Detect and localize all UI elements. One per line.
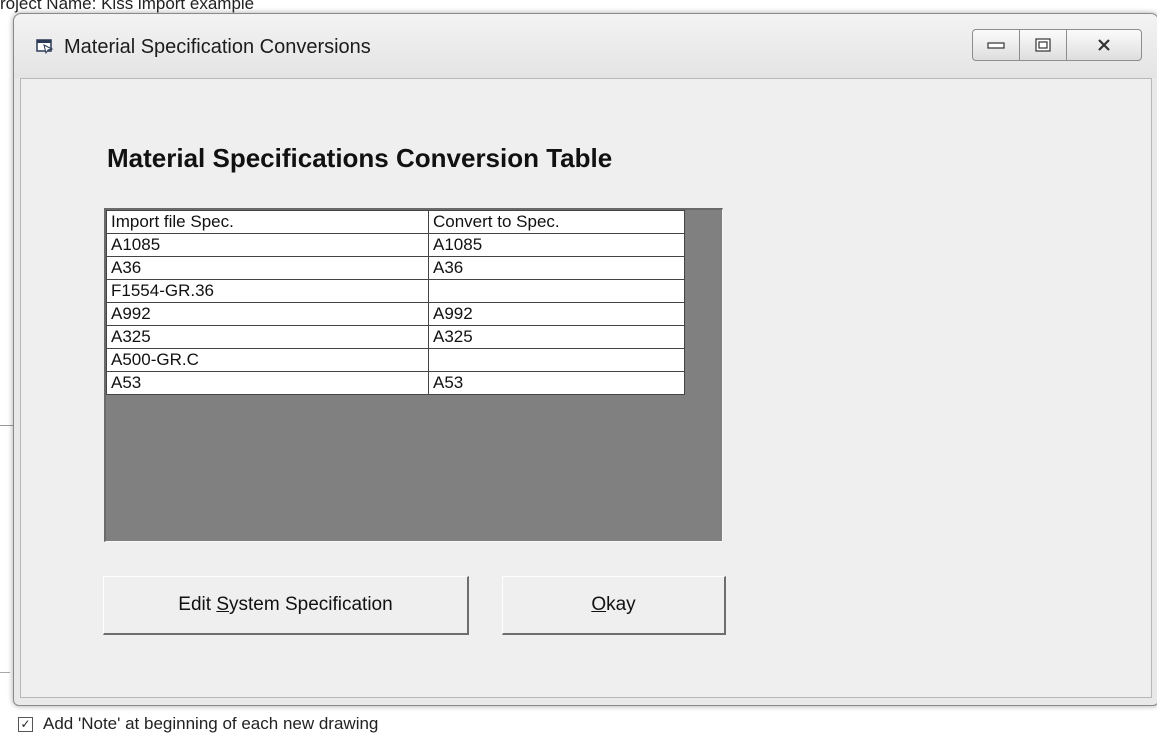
okay-button[interactable]: Okay (502, 576, 726, 635)
background-checkbox[interactable]: ✓ (18, 716, 33, 732)
edit-button-label-pre: Edit (178, 594, 217, 615)
column-header: Convert to Spec. (428, 210, 685, 234)
import-spec-cell: A1085 (106, 233, 429, 257)
convert-spec-cell[interactable]: A53 (428, 371, 685, 395)
edit-button-accelerator: S (216, 594, 230, 615)
import-spec-cell: A500-GR.C (106, 348, 429, 372)
edit-system-specification-button[interactable]: Edit System Specification (103, 576, 469, 635)
import-spec-cell: A53 (106, 371, 429, 395)
table-header-row: Import file Spec. Convert to Spec. (106, 210, 685, 234)
import-spec-cell: F1554-GR.36 (106, 279, 429, 303)
window-controls (972, 29, 1142, 61)
table-row[interactable]: A325 A325 (106, 325, 685, 349)
edit-button-label-post: ystem Specification (229, 594, 393, 615)
column-header: Import file Spec. (106, 210, 429, 234)
import-spec-cell: A325 (106, 325, 429, 349)
convert-spec-cell[interactable]: A992 (428, 302, 685, 326)
window-title: Material Specification Conversions (64, 36, 371, 58)
convert-spec-cell[interactable]: A1085 (428, 233, 685, 257)
table-heading: Material Specifications Conversion Table (107, 143, 613, 173)
maximize-button[interactable] (1019, 29, 1067, 61)
close-icon (1098, 39, 1110, 51)
window-app-icon (36, 39, 54, 54)
maximize-icon (1035, 38, 1051, 52)
convert-spec-cell[interactable] (428, 279, 685, 303)
conversion-dialog: Material Specification Conversions Mater… (13, 13, 1157, 706)
convert-spec-cell[interactable] (428, 348, 685, 372)
close-button[interactable] (1066, 29, 1142, 61)
table-row[interactable]: A53 A53 (106, 371, 685, 395)
minimize-icon (987, 42, 1005, 49)
minimize-button[interactable] (972, 29, 1020, 61)
table-row[interactable]: A1085 A1085 (106, 233, 685, 257)
import-spec-cell: A992 (106, 302, 429, 326)
background-project-name: roject Name: Kiss import example (0, 0, 255, 13)
convert-spec-cell[interactable]: A36 (428, 256, 685, 280)
convert-spec-cell[interactable]: A325 (428, 325, 685, 349)
background-note-option: ✓ Add 'Note' at beginning of each new dr… (18, 714, 378, 734)
spec-table: Import file Spec. Convert to Spec. A1085… (106, 210, 685, 395)
okay-button-accelerator: O (591, 594, 607, 615)
import-spec-cell: A36 (106, 256, 429, 280)
table-row[interactable]: F1554-GR.36 (106, 279, 685, 303)
table-row[interactable]: A992 A992 (106, 302, 685, 326)
spec-grid[interactable]: Import file Spec. Convert to Spec. A1085… (104, 208, 723, 542)
title-bar[interactable]: Material Specification Conversions (14, 14, 1157, 78)
table-row[interactable]: A500-GR.C (106, 348, 685, 372)
table-row[interactable]: A36 A36 (106, 256, 685, 280)
background-divider (0, 672, 10, 673)
background-checkbox-label: Add 'Note' at beginning of each new draw… (43, 714, 379, 733)
okay-button-label-post: kay (606, 594, 636, 615)
dialog-client-area: Material Specifications Conversion Table… (20, 78, 1152, 698)
